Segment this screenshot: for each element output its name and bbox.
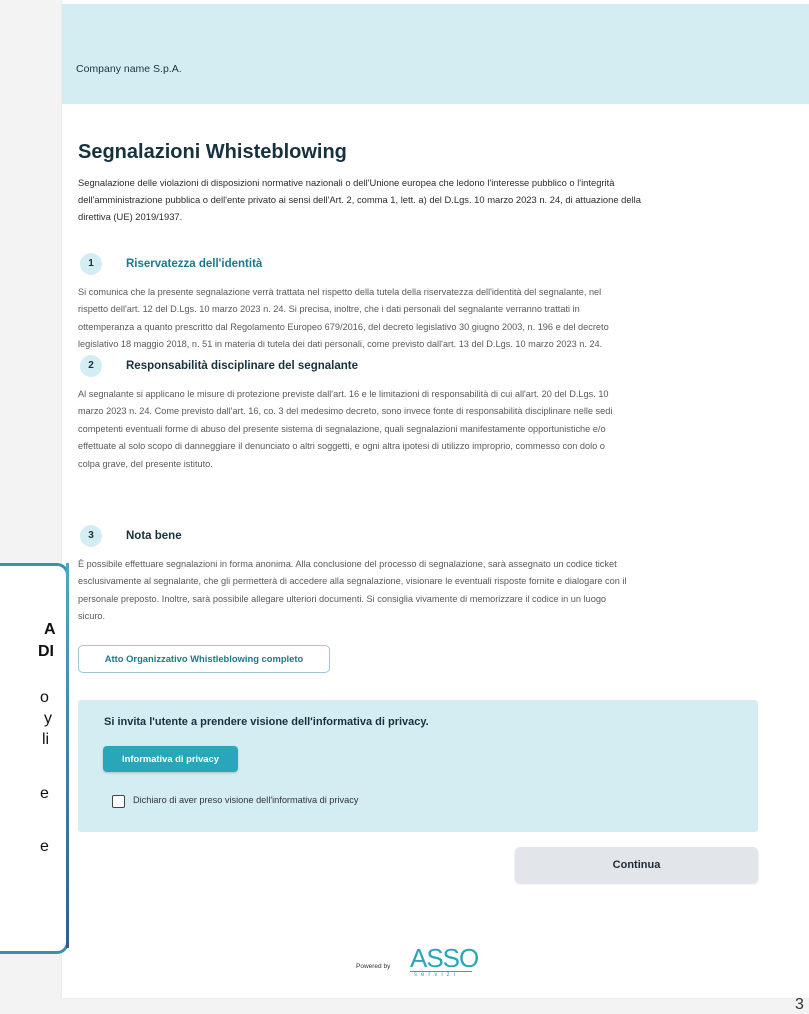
section-title: Riservatezza dell'identità: [126, 258, 263, 270]
section-line: Si comunica che la presente segnalazione…: [78, 287, 602, 297]
section-line: legislativo 18 maggio 2018, n. 51 in mat…: [78, 339, 603, 350]
intro-line: dell'amministrazione pubblica o dell'ent…: [78, 194, 641, 205]
section-line: sicuro.: [78, 611, 106, 622]
privacy-policy-button[interactable]: Informativa di privacy: [103, 746, 238, 772]
atto-organizzativo-button[interactable]: Atto Organizzativo Whistleblowing comple…: [78, 645, 330, 673]
side-note-fragment: li: [42, 731, 50, 748]
section-number-badge: 1: [80, 253, 102, 275]
section-line: personale preposto. Inoltre, sarà possib…: [78, 593, 607, 604]
section-title: Nota bene: [126, 530, 182, 542]
section-body: Al segnalante si applicano le misure di …: [78, 386, 760, 473]
side-note-fragment: e: [40, 838, 49, 855]
section-line: colpa grave, del presente istituto.: [78, 458, 213, 469]
section-line: competenti eventuali forme di abuso del …: [78, 423, 606, 434]
side-note-fragment: e: [40, 785, 49, 802]
asso-logo-sub: servizi: [414, 972, 460, 978]
privacy-notice: Si invita l'utente a prendere visione de…: [104, 716, 429, 728]
privacy-consent-label[interactable]: Dichiaro di aver preso visione dell'info…: [133, 795, 358, 805]
page-number: 3: [795, 996, 804, 1013]
side-note-fragment: A: [44, 621, 56, 638]
header-bar: [62, 4, 809, 104]
side-note-fragment: o: [40, 689, 49, 706]
section-title: Responsabilità disciplinare del segnalan…: [126, 360, 358, 372]
section-body: Si comunica che la presente segnalazione…: [78, 284, 760, 354]
section-line: ottemperanza a quanto prescritto dal Reg…: [78, 321, 609, 332]
section-line: Al segnalante si applicano le misure di …: [78, 389, 609, 399]
section-number-badge: 2: [80, 355, 102, 377]
powered-by-label: Powered by: [356, 963, 391, 970]
continue-button[interactable]: Continua: [515, 847, 758, 883]
intro-line: direttiva (UE) 2019/1937.: [78, 211, 183, 222]
page-title: Segnalazioni Whisteblowing: [78, 141, 347, 163]
asso-logo: ASSO: [410, 943, 479, 973]
section-body: È possibile effettuare segnalazioni in f…: [78, 556, 760, 626]
privacy-consent-checkbox[interactable]: [112, 795, 125, 808]
section-line: esclusivamente al segnalante, che gli pe…: [78, 576, 627, 587]
side-note-panel: [0, 563, 69, 954]
section-line: effettuate al solo scopo di danneggiare …: [78, 441, 605, 452]
company-name: Company name S.p.A.: [76, 63, 182, 75]
intro-text: Segnalazione delle violazioni di disposi…: [78, 174, 758, 225]
section-line: marzo 2023 n. 24. Come previsto dall'art…: [78, 406, 613, 417]
section-number-badge: 3: [80, 525, 102, 547]
section-line: È possibile effettuare segnalazioni in f…: [78, 559, 617, 569]
side-note-fragment: DI: [38, 643, 54, 660]
side-note-fragment: y: [44, 710, 52, 727]
intro-line: Segnalazione delle violazioni di disposi…: [78, 177, 615, 188]
section-line: rispetto dell'art. 12 del D.Lgs. 10 marz…: [78, 304, 580, 315]
